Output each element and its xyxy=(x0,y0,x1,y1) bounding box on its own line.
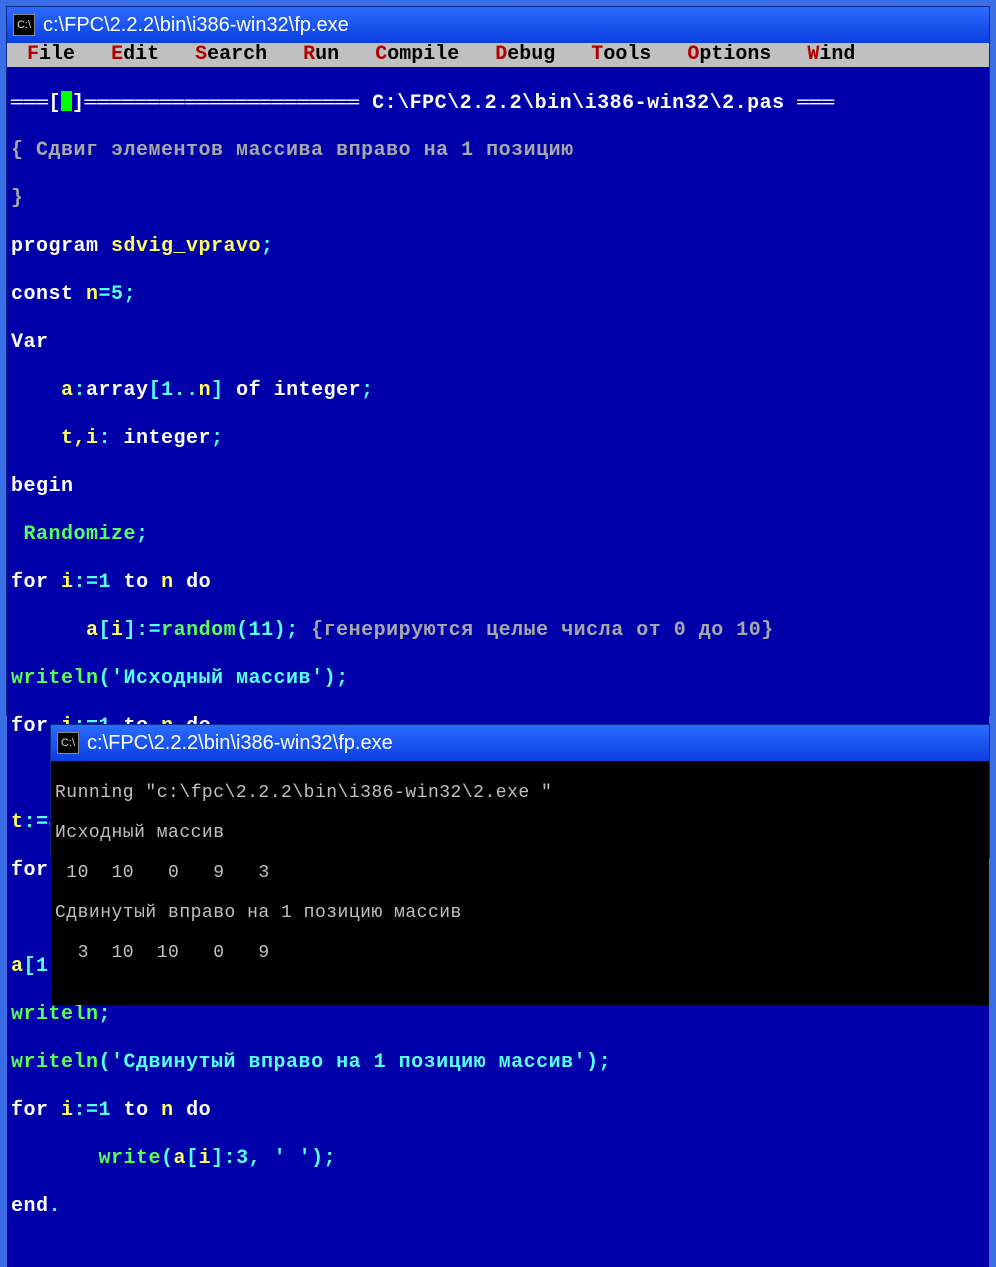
output-window-title: c:\FPC\2.2.2\bin\i386-win32\fp.exe xyxy=(87,732,393,755)
text-cursor xyxy=(61,91,72,111)
title-bar[interactable]: C:\ c:\FPC\2.2.2\bin\i386-win32\fp.exe xyxy=(7,7,989,43)
menu-run[interactable]: un xyxy=(315,43,339,66)
menu-options-hotkey[interactable]: O xyxy=(687,43,699,66)
menu-tools-hotkey[interactable]: T xyxy=(591,43,603,66)
menu-search-hotkey[interactable]: S xyxy=(195,43,207,66)
code-line[interactable]: end. xyxy=(11,1195,989,1219)
menu-bar[interactable]: File Edit Search Run Compile Debug Tools… xyxy=(7,43,989,67)
code-line[interactable]: program sdvig_vpravo; xyxy=(11,235,989,259)
code-line[interactable]: a:array[1..n] of integer; xyxy=(11,379,989,403)
console-line: 3 10 10 0 9 xyxy=(55,943,985,963)
code-line[interactable]: a[i]:=random(11); {генерируются целые чи… xyxy=(11,619,989,643)
menu-tools[interactable]: ools xyxy=(603,43,651,66)
menu-file[interactable]: ile xyxy=(39,43,75,66)
code-line[interactable]: const n=5; xyxy=(11,283,989,307)
menu-search[interactable]: earch xyxy=(207,43,267,66)
menu-compile-hotkey[interactable]: C xyxy=(375,43,387,66)
code-line[interactable]: writeln('Исходный массив'); xyxy=(11,667,989,691)
menu-edit[interactable]: dit xyxy=(123,43,159,66)
menu-debug-hotkey[interactable]: D xyxy=(495,43,507,66)
code-editor[interactable]: ═══[]══════════════════════ C:\FPC\2.2.2… xyxy=(7,67,989,1267)
menu-file-hotkey[interactable]: F xyxy=(27,43,39,66)
code-line[interactable]: { Сдвиг элементов массива вправо на 1 по… xyxy=(11,139,989,163)
code-line[interactable]: begin xyxy=(11,475,989,499)
code-line[interactable]: t,i: integer; xyxy=(11,427,989,451)
window-title: c:\FPC\2.2.2\bin\i386-win32\fp.exe xyxy=(43,14,349,37)
menu-options[interactable]: ptions xyxy=(699,43,771,66)
menu-run-hotkey[interactable]: R xyxy=(303,43,315,66)
code-line[interactable]: writeln; xyxy=(11,1003,989,1027)
code-line[interactable]: } xyxy=(11,187,989,211)
output-title-bar[interactable]: C:\ c:\FPC\2.2.2\bin\i386-win32\fp.exe xyxy=(51,725,989,761)
cmd-icon[interactable]: C:\ xyxy=(13,14,35,36)
code-line[interactable]: for i:=1 to n do xyxy=(11,1099,989,1123)
code-line[interactable]: Randomize; xyxy=(11,523,989,547)
menu-compile[interactable]: ompile xyxy=(387,43,459,66)
code-line[interactable]: writeln('Сдвинутый вправо на 1 позицию м… xyxy=(11,1051,989,1075)
code-line[interactable]: for i:=1 to n do xyxy=(11,571,989,595)
output-window: C:\ c:\FPC\2.2.2\bin\i386-win32\fp.exe R… xyxy=(50,724,990,858)
menu-window[interactable]: ind xyxy=(819,43,855,66)
menu-debug[interactable]: ebug xyxy=(507,43,555,66)
file-path: C:\FPC\2.2.2\bin\i386-win32\2.pas xyxy=(360,92,798,115)
console-line: Исходный массив xyxy=(55,823,985,843)
cmd-icon[interactable]: C:\ xyxy=(57,732,79,754)
editor-window: C:\ c:\FPC\2.2.2\bin\i386-win32\fp.exe F… xyxy=(6,6,990,716)
editor-frame-top: ═══[]══════════════════════ C:\FPC\2.2.2… xyxy=(11,91,989,115)
code-line[interactable]: Var xyxy=(11,331,989,355)
console-line: Сдвинутый вправо на 1 позицию массив xyxy=(55,903,985,923)
console-line: Running "c:\fpc\2.2.2\bin\i386-win32\2.e… xyxy=(55,783,985,803)
console-output[interactable]: Running "c:\fpc\2.2.2\bin\i386-win32\2.e… xyxy=(51,761,989,1005)
console-line: 10 10 0 9 3 xyxy=(55,863,985,883)
menu-window-hotkey[interactable]: W xyxy=(807,43,819,66)
code-line[interactable]: write(a[i]:3, ' '); xyxy=(11,1147,989,1171)
menu-edit-hotkey[interactable]: E xyxy=(111,43,123,66)
